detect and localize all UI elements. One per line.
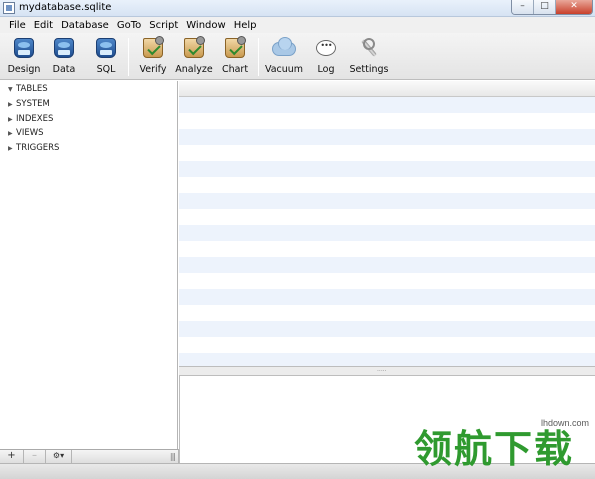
database-sql-icon bbox=[96, 38, 116, 58]
title-bar: mydatabase.sqlite – □ ✕ bbox=[0, 0, 595, 17]
remove-button[interactable]: – bbox=[24, 450, 46, 463]
tree-item-tables[interactable]: ▼ TABLES bbox=[8, 84, 48, 94]
data-grid[interactable] bbox=[179, 97, 595, 367]
tree-label: INDEXES bbox=[16, 114, 54, 124]
verify-icon bbox=[143, 36, 164, 58]
tree-label: TRIGGERS bbox=[16, 143, 60, 153]
add-button[interactable]: + bbox=[0, 450, 24, 463]
table-row[interactable] bbox=[179, 177, 595, 193]
window-title: mydatabase.sqlite bbox=[19, 2, 112, 13]
pane-splitter[interactable]: ····· bbox=[179, 367, 595, 376]
table-row[interactable] bbox=[179, 193, 595, 209]
speech-bubble-icon bbox=[316, 40, 336, 56]
chart-label: Chart bbox=[221, 64, 249, 75]
collapsed-arrow-icon[interactable]: ▶ bbox=[8, 101, 16, 108]
table-row[interactable] bbox=[179, 321, 595, 337]
table-row[interactable] bbox=[179, 289, 595, 305]
tree-item-system[interactable]: ▶ SYSTEM bbox=[8, 99, 50, 109]
tree-item-indexes[interactable]: ▶ INDEXES bbox=[8, 114, 53, 124]
collapsed-arrow-icon[interactable]: ▶ bbox=[8, 116, 16, 123]
resize-grip-icon[interactable]: ||| bbox=[170, 452, 176, 461]
menu-window[interactable]: Window bbox=[182, 20, 229, 31]
menu-bar: File Edit Database GoTo Script Window He… bbox=[0, 17, 595, 33]
sidebar-footer: + – ⚙▾ ||| bbox=[0, 449, 179, 463]
table-row[interactable] bbox=[179, 257, 595, 273]
table-row[interactable] bbox=[179, 113, 595, 129]
gear-menu-button[interactable]: ⚙▾ bbox=[46, 450, 72, 463]
menu-help[interactable]: Help bbox=[230, 20, 261, 31]
database-data-icon bbox=[54, 38, 74, 58]
window-controls: – □ ✕ bbox=[511, 0, 593, 15]
menu-goto[interactable]: GoTo bbox=[113, 20, 145, 31]
maximize-button[interactable]: □ bbox=[534, 0, 556, 14]
menu-database[interactable]: Database bbox=[57, 20, 113, 31]
cloud-icon bbox=[272, 37, 296, 56]
table-row[interactable] bbox=[179, 241, 595, 257]
settings-button[interactable]: Settings bbox=[347, 36, 391, 78]
watermark-logo: 领航下载 bbox=[414, 427, 575, 471]
analyze-icon bbox=[184, 36, 205, 58]
settings-label: Settings bbox=[349, 64, 389, 75]
menu-edit[interactable]: Edit bbox=[30, 20, 57, 31]
tree-item-views[interactable]: ▶ VIEWS bbox=[8, 128, 44, 138]
splitter-grip-icon[interactable]: ····· bbox=[377, 368, 387, 375]
collapsed-arrow-icon[interactable]: ▶ bbox=[8, 130, 16, 137]
schema-tree: ▼ TABLES ▶ SYSTEM ▶ INDEXES ▶ VIEWS ▶ TR… bbox=[0, 81, 178, 449]
toolbar: Design Data SQL Verify Analyze Chart Vac… bbox=[0, 33, 595, 80]
table-row[interactable] bbox=[179, 353, 595, 366]
watermark: lhdown.com 领航下载 bbox=[410, 418, 595, 478]
table-row[interactable] bbox=[179, 273, 595, 289]
table-row[interactable] bbox=[179, 305, 595, 321]
tree-label: VIEWS bbox=[16, 128, 44, 138]
table-row[interactable] bbox=[179, 209, 595, 225]
expanded-arrow-icon[interactable]: ▼ bbox=[8, 86, 16, 93]
table-row[interactable] bbox=[179, 129, 595, 145]
chart-icon bbox=[225, 36, 246, 58]
table-row[interactable] bbox=[179, 161, 595, 177]
table-row[interactable] bbox=[179, 337, 595, 353]
table-row[interactable] bbox=[179, 145, 595, 161]
database-design-icon bbox=[14, 38, 34, 58]
collapsed-arrow-icon[interactable]: ▶ bbox=[8, 145, 16, 152]
tree-item-triggers[interactable]: ▶ TRIGGERS bbox=[8, 143, 59, 153]
tree-label: SYSTEM bbox=[16, 99, 50, 109]
menu-file[interactable]: File bbox=[5, 20, 30, 31]
chart-button[interactable]: Chart bbox=[213, 36, 257, 78]
app-icon bbox=[3, 2, 15, 14]
grid-header bbox=[179, 81, 595, 97]
sql-button[interactable]: SQL bbox=[84, 36, 128, 78]
minimize-button[interactable]: – bbox=[512, 0, 534, 14]
wrench-icon bbox=[359, 38, 379, 58]
menu-script[interactable]: Script bbox=[145, 20, 182, 31]
tree-label: TABLES bbox=[16, 84, 48, 94]
close-button[interactable]: ✕ bbox=[556, 0, 592, 14]
table-row[interactable] bbox=[179, 225, 595, 241]
table-row[interactable] bbox=[179, 97, 595, 113]
